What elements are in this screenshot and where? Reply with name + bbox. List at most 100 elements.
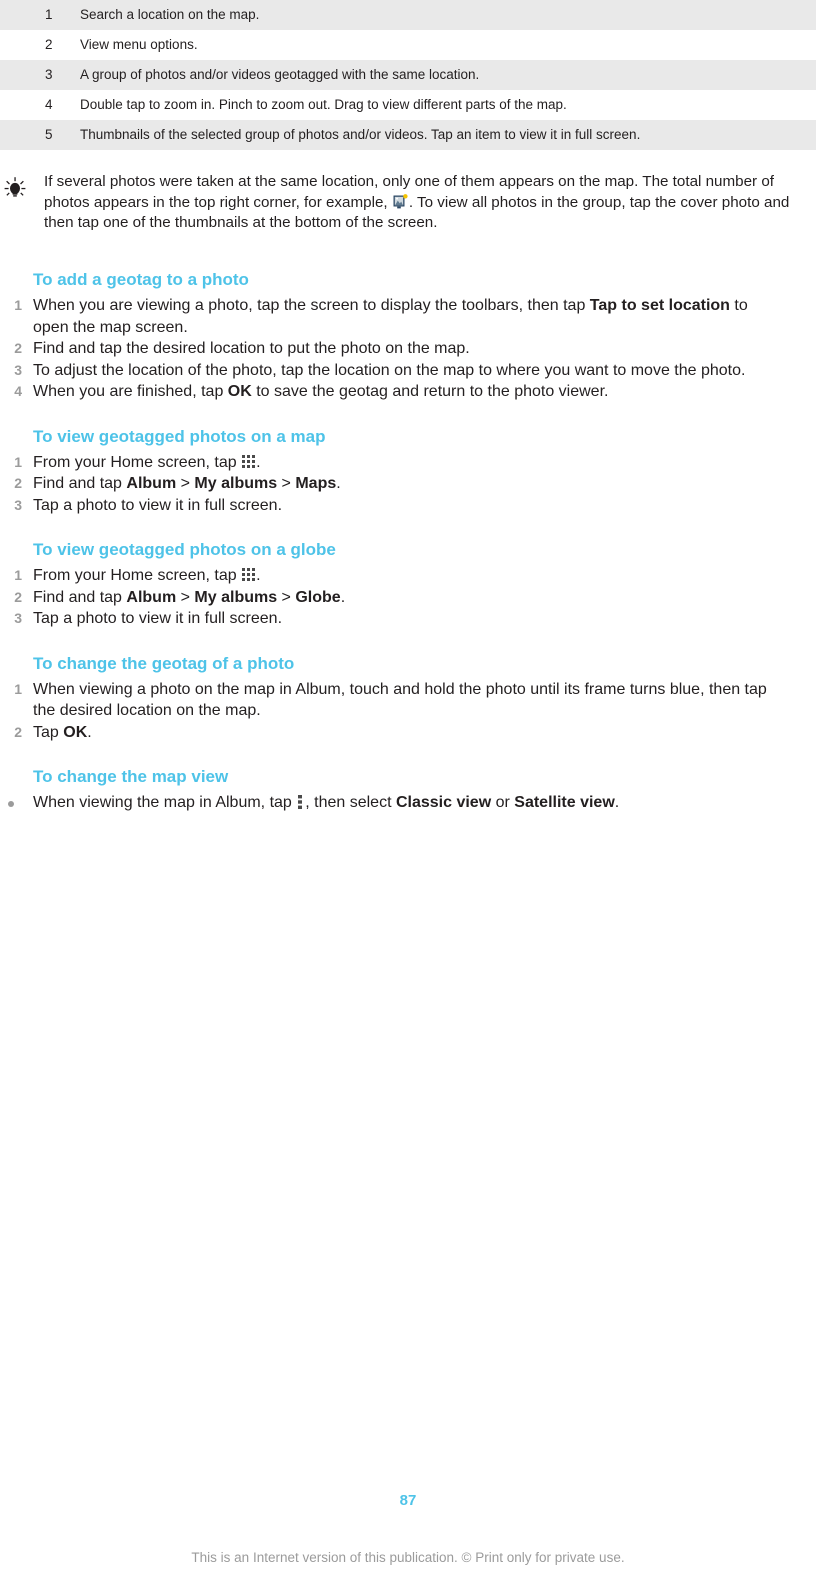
step-text-run: > (277, 588, 296, 606)
step-marker: 2 (14, 475, 22, 491)
table-row: 4 Double tap to zoom in. Pinch to zoom o… (0, 90, 816, 120)
step-list: 1 From your Home screen, tap . 2 Find an… (0, 452, 816, 517)
step-text-run-bold: Album (126, 588, 177, 606)
list-item: 2 Find and tap Album > My albums > Globe… (0, 587, 816, 609)
step-text-run-bold: OK (63, 723, 88, 741)
step-text: Tap a photo to view it in full screen. (33, 496, 283, 514)
section-view-on-globe: To view geotagged photos on a globe 1 Fr… (0, 540, 816, 630)
step-text-run: . (87, 723, 92, 741)
legend-row-number: 4 (45, 97, 53, 112)
step-text-run: , then select (305, 794, 396, 811)
step-text: When you are finished, tap OK to save th… (33, 383, 608, 400)
section-heading: To view geotagged photos on a map (33, 426, 326, 446)
step-text: Tap a photo to view it in full screen. (33, 610, 283, 627)
legend-row-number: 2 (45, 37, 53, 52)
app-drawer-grid-icon (242, 566, 256, 581)
list-item: 1 When viewing a photo on the map in Alb… (0, 679, 816, 722)
table-row: 2 View menu options. (0, 30, 816, 60)
step-text-run: When you are viewing a photo, tap the sc… (33, 297, 590, 314)
step-text-run: From your Home screen, tap (33, 453, 242, 471)
step-text-run-bold: Satellite view (514, 794, 615, 811)
lightbulb-tip-icon (2, 176, 28, 202)
step-text: From your Home screen, tap . (33, 454, 261, 471)
section-heading: To add a geotag to a photo (33, 270, 249, 289)
step-text: Find and tap Album > My albums > Globe. (33, 589, 345, 606)
legend-row-description: Double tap to zoom in. Pinch to zoom out… (80, 97, 567, 112)
bullet-icon (8, 800, 14, 807)
section-change-map-view: To change the map view When viewing the … (0, 767, 816, 814)
step-text-run: > (176, 475, 195, 492)
table-row: 1 Search a location on the map. (0, 0, 816, 30)
step-marker: 1 (14, 297, 22, 313)
step-text-run: . (256, 567, 261, 584)
step-text: When viewing the map in Album, tap , the… (33, 794, 619, 811)
step-marker: 3 (14, 496, 22, 513)
step-text: Find and tap the desired location to put… (33, 340, 470, 357)
section-change-geotag: To change the geotag of a photo 1 When v… (0, 654, 816, 744)
legend-row-description: Search a location on the map. (80, 7, 260, 22)
step-text-run-bold: OK (227, 383, 252, 400)
step-text: Find and tap Album > My albums > Maps. (33, 475, 341, 492)
step-text-run-bold: Maps (295, 475, 337, 492)
step-text-run-bold: My albums (194, 475, 278, 492)
step-marker: 2 (14, 588, 22, 605)
step-text-run: When you are finished, tap (33, 383, 228, 400)
step-text-run: . (336, 475, 341, 492)
legend-row-number: 5 (45, 127, 53, 142)
list-item: 1 From your Home screen, tap . (0, 565, 816, 587)
list-item: 3 Tap a photo to view it in full screen. (0, 495, 816, 517)
step-text-run: . (256, 453, 261, 471)
section-heading: To change the geotag of a photo (33, 653, 295, 673)
step-text-run: Find and tap (33, 588, 127, 606)
section-add-geotag: To add a geotag to a photo 1 When you ar… (0, 270, 816, 403)
list-item: 4 When you are finished, tap OK to save … (0, 381, 816, 403)
step-text-run: Tap (33, 723, 64, 741)
step-text: From your Home screen, tap . (33, 567, 261, 584)
list-item: 2 Tap OK. (0, 722, 816, 744)
step-text-run-bold: Classic view (395, 794, 492, 811)
legend-row-number: 3 (45, 67, 53, 82)
list-item: 2 Find and tap Album > My albums > Maps. (0, 473, 816, 495)
step-text: When viewing a photo on the map in Album… (33, 680, 767, 720)
legend-row-description: View menu options. (80, 37, 198, 52)
step-text: When you are viewing a photo, tap the sc… (33, 297, 748, 336)
list-item: When viewing the map in Album, tap , the… (0, 792, 816, 814)
step-text-run-bold: Tap to set location (589, 297, 730, 314)
step-marker: 3 (14, 610, 22, 626)
overflow-menu-kebab-icon (298, 794, 303, 809)
step-marker: 2 (14, 723, 22, 740)
step-list: When viewing the map in Album, tap , the… (0, 792, 816, 814)
step-text-run: . (614, 794, 620, 811)
photo-count-badge-icon (393, 193, 408, 208)
tip-text: If several photos were taken at the same… (44, 172, 808, 234)
section-heading: To view geotagged photos on a globe (33, 540, 336, 559)
step-text-run: . (340, 588, 346, 606)
step-text-run: From your Home screen, tap (33, 567, 242, 584)
section-view-on-map: To view geotagged photos on a map 1 From… (0, 427, 816, 517)
legend-row-number: 1 (45, 7, 53, 22)
step-marker: 3 (14, 361, 22, 378)
step-text: Tap OK. (33, 724, 92, 741)
step-text-run: When viewing the map in Album, tap (33, 794, 297, 811)
step-list: 1 When viewing a photo on the map in Alb… (0, 679, 816, 744)
list-item: 1 From your Home screen, tap . (0, 452, 816, 474)
legend-table-body: 1 Search a location on the map. 2 View m… (0, 0, 816, 150)
app-drawer-grid-icon (242, 453, 256, 468)
step-marker: 1 (14, 453, 22, 470)
table-row: 3 A group of photos and/or videos geotag… (0, 60, 816, 90)
list-item: 3 Tap a photo to view it in full screen. (0, 608, 816, 630)
legend-row-description: Thumbnails of the selected group of phot… (80, 127, 641, 142)
step-text-run: > (277, 475, 296, 492)
legend-table: 1 Search a location on the map. 2 View m… (0, 0, 816, 150)
step-text-run: > (176, 588, 195, 606)
step-text-run: Find and tap (33, 475, 127, 492)
step-marker: 1 (14, 567, 22, 583)
list-item: 2 Find and tap the desired location to p… (0, 338, 816, 360)
step-marker: 4 (14, 383, 22, 399)
step-marker: 1 (14, 680, 22, 697)
step-text-run-bold: My albums (194, 588, 278, 606)
